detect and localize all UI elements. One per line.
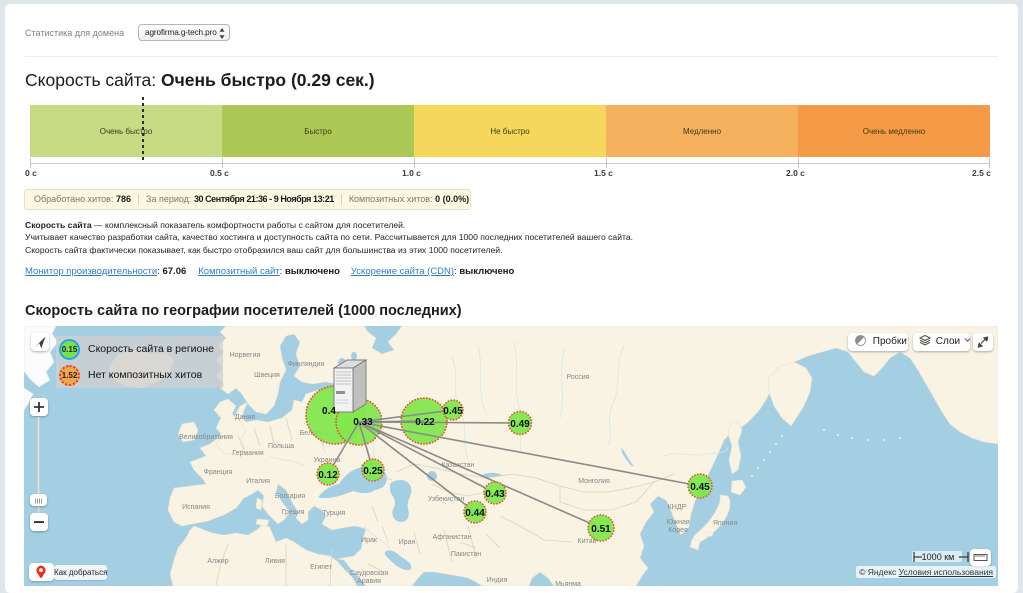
svg-text:0.22: 0.22 xyxy=(415,417,435,428)
svg-text:Болгария: Болгария xyxy=(275,493,306,500)
svg-text:Аравия: Аравия xyxy=(357,578,381,585)
svg-text:Польша: Польша xyxy=(268,443,294,450)
svg-text:Ирак: Ирак xyxy=(361,537,378,544)
svg-text:Индия: Индия xyxy=(487,577,508,584)
svg-text:Германия: Германия xyxy=(232,450,264,457)
svg-text:Мьянма: Мьянма xyxy=(555,581,581,586)
svg-text:Ливия: Ливия xyxy=(265,558,285,565)
svg-text:Норвегия: Норвегия xyxy=(230,352,261,359)
svg-text:Алжир: Алжир xyxy=(207,558,228,565)
svg-text:0.33: 0.33 xyxy=(353,417,373,428)
svg-text:Иран: Иран xyxy=(399,539,416,546)
svg-text:КНДР: КНДР xyxy=(668,504,687,511)
svg-text:0.45: 0.45 xyxy=(443,406,463,417)
svg-text:0.51: 0.51 xyxy=(591,524,611,535)
svg-text:0.12: 0.12 xyxy=(318,470,338,481)
svg-text:0.45: 0.45 xyxy=(690,482,710,493)
svg-text:0.44: 0.44 xyxy=(465,508,485,519)
svg-text:Греция: Греция xyxy=(282,509,305,516)
svg-text:0.49: 0.49 xyxy=(510,419,530,430)
svg-text:Афганистан: Афганистан xyxy=(433,534,472,541)
svg-text:Франция: Франция xyxy=(204,469,233,476)
svg-text:Корея: Корея xyxy=(668,527,688,534)
svg-text:0.25: 0.25 xyxy=(363,466,383,477)
svg-text:1000 км: 1000 км xyxy=(922,552,955,562)
svg-text:Испания: Испания xyxy=(182,504,210,511)
svg-text:Великобритания: Великобритания xyxy=(179,433,233,441)
svg-text:0.4: 0.4 xyxy=(322,406,336,417)
svg-text:Швеция: Швеция xyxy=(254,372,280,379)
svg-text:Россия: Россия xyxy=(567,374,590,381)
svg-text:Монголия: Монголия xyxy=(578,478,610,485)
svg-text:Япония: Япония xyxy=(713,520,738,527)
svg-text:0.43: 0.43 xyxy=(485,489,505,500)
svg-text:Дания: Дания xyxy=(235,414,255,421)
svg-text:Пакистан: Пакистан xyxy=(451,551,481,558)
svg-text:Турция: Турция xyxy=(323,510,346,517)
svg-text:Италия: Италия xyxy=(246,478,270,485)
svg-text:Финляндия: Финляндия xyxy=(288,361,325,368)
svg-text:Южная: Южная xyxy=(666,519,690,526)
